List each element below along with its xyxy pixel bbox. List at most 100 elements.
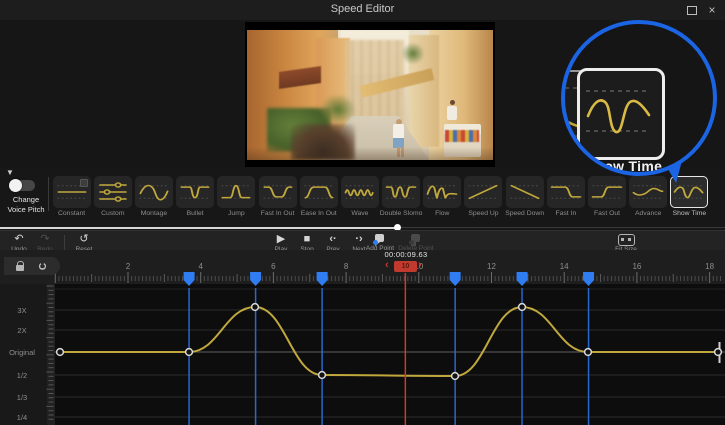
magnet-icon: C bbox=[38, 262, 49, 269]
curve-point[interactable] bbox=[252, 304, 259, 311]
timeline-graph-svg[interactable]: 24681012141618 bbox=[0, 250, 725, 425]
playhead-handle[interactable]: 10 bbox=[394, 261, 417, 272]
voice-pitch-label-line2: Voice Pitch bbox=[0, 205, 52, 214]
snap-button[interactable]: C bbox=[36, 259, 52, 273]
magnified-show-time-curve bbox=[580, 71, 656, 151]
preset-thumb-bullet bbox=[176, 176, 214, 208]
curve-point[interactable] bbox=[57, 349, 64, 356]
presets-scrollbar-fill bbox=[0, 227, 397, 229]
next-icon: ·› bbox=[355, 233, 362, 246]
speed-curve[interactable] bbox=[60, 307, 718, 376]
ruler-number-2: 2 bbox=[126, 262, 131, 271]
keyframe-pin[interactable] bbox=[450, 272, 461, 286]
video-art bbox=[445, 130, 479, 142]
ruler-number-12: 12 bbox=[487, 262, 496, 271]
video-art bbox=[402, 43, 424, 64]
preset-wave[interactable]: Wave bbox=[339, 176, 380, 218]
keyframe-pin[interactable] bbox=[250, 272, 261, 286]
maximize-button[interactable] bbox=[685, 4, 699, 16]
preset-thumb-montage bbox=[135, 176, 173, 208]
preset-fast-in[interactable]: Fast In bbox=[545, 176, 586, 218]
preset-thumb-fast-out bbox=[588, 176, 626, 208]
maximize-icon bbox=[687, 6, 697, 15]
undo-icon: ↶ bbox=[14, 233, 23, 246]
play-icon: ▶ bbox=[277, 233, 285, 246]
presets-row: Constant CustomMontage Bullet Jump Fast In O… bbox=[51, 176, 710, 218]
divider bbox=[48, 177, 49, 211]
video-art bbox=[247, 147, 493, 160]
curve-point[interactable] bbox=[319, 372, 326, 379]
preset-ease-in-out[interactable]: Ease In Out bbox=[298, 176, 339, 218]
collapse-triangle-icon[interactable]: ▼ bbox=[6, 168, 14, 177]
ruler-number-18: 18 bbox=[705, 262, 714, 271]
preset-flow[interactable]: Flow bbox=[422, 176, 463, 218]
curve-point[interactable] bbox=[715, 349, 722, 356]
preset-constant[interactable]: Constant bbox=[51, 176, 92, 218]
add-point-icon bbox=[374, 234, 386, 245]
magnifier-callout: Show Time bbox=[561, 20, 717, 176]
video-preview bbox=[247, 30, 493, 160]
close-button[interactable]: × bbox=[705, 4, 719, 16]
ruler-number-4: 4 bbox=[198, 262, 203, 271]
preset-label-advance: Advance bbox=[635, 210, 661, 217]
preset-jump[interactable]: Jump bbox=[216, 176, 257, 218]
preset-label-speed-down: Speed Down bbox=[505, 210, 544, 217]
curve-point[interactable] bbox=[585, 349, 592, 356]
close-icon: × bbox=[708, 3, 715, 17]
preset-montage[interactable]: Montage bbox=[133, 176, 174, 218]
preset-label-ease-in-out: Ease In Out bbox=[301, 210, 337, 217]
ruler-number-16: 16 bbox=[632, 262, 641, 271]
stop-icon: ■ bbox=[304, 233, 311, 246]
keyframe-pin[interactable] bbox=[517, 272, 528, 286]
ruler-number-14: 14 bbox=[560, 262, 569, 271]
preset-label-double-slomo: Double Slomo bbox=[380, 210, 423, 217]
fit-size-icon bbox=[618, 234, 635, 246]
lock-button[interactable] bbox=[12, 259, 28, 273]
speed-editor-window: Speed Editor × bbox=[0, 0, 725, 425]
playhead-left-chevron[interactable]: ‹ bbox=[385, 259, 389, 271]
video-preview-panel bbox=[245, 22, 495, 167]
preset-thumb-double-slomo bbox=[382, 176, 420, 208]
keyframe-pin[interactable] bbox=[184, 272, 195, 286]
video-art bbox=[321, 95, 355, 124]
preset-label-fast-in: Fast In bbox=[555, 210, 576, 217]
timeline-corner-pill: C bbox=[4, 257, 60, 275]
preset-label-fast-out: Fast Out bbox=[594, 210, 620, 217]
preset-advance[interactable]: Advance bbox=[628, 176, 669, 218]
preset-thumb-ease-in-out bbox=[300, 176, 338, 208]
preset-custom[interactable]: Custom bbox=[92, 176, 133, 218]
lock-icon bbox=[16, 265, 24, 271]
curve-point[interactable] bbox=[452, 373, 459, 380]
magnifier-label: Show Time bbox=[561, 158, 699, 174]
preset-double-slomo[interactable]: Double Slomo bbox=[381, 176, 422, 218]
magnified-show-time-thumb bbox=[577, 68, 665, 160]
constant-corner-icon bbox=[80, 179, 88, 187]
ruler-number-8: 8 bbox=[344, 262, 349, 271]
preset-thumb-speed-down bbox=[506, 176, 544, 208]
keyframe-pin[interactable] bbox=[583, 272, 594, 286]
reset-icon: ↺ bbox=[79, 233, 88, 246]
preset-label-bullet: Bullet bbox=[187, 210, 204, 217]
delete-point-icon bbox=[410, 234, 422, 245]
playhead-right-chevron[interactable]: › bbox=[418, 259, 422, 271]
preset-fast-in-out[interactable]: Fast In Out bbox=[257, 176, 298, 218]
preset-label-fast-in-out: Fast In Out bbox=[261, 210, 295, 217]
preset-fast-out[interactable]: Fast Out bbox=[586, 176, 627, 218]
voice-pitch-toggle[interactable] bbox=[11, 180, 35, 191]
preset-label-constant: Constant bbox=[58, 210, 85, 217]
window-title: Speed Editor bbox=[0, 3, 725, 15]
preset-label-speed-up: Speed Up bbox=[468, 210, 498, 217]
preset-thumb-jump bbox=[217, 176, 255, 208]
curve-point[interactable] bbox=[519, 304, 526, 311]
curve-point[interactable] bbox=[186, 349, 193, 356]
preset-speed-up[interactable]: Speed Up bbox=[463, 176, 504, 218]
playhead-timestamp: 00:00:09.63 bbox=[377, 250, 435, 259]
preset-label-jump: Jump bbox=[228, 210, 245, 217]
preset-bullet[interactable]: Bullet bbox=[175, 176, 216, 218]
preset-thumb-constant bbox=[53, 176, 91, 208]
keyframe-pin[interactable] bbox=[317, 272, 328, 286]
preset-thumb-fast-in-out bbox=[259, 176, 297, 208]
preset-speed-down[interactable]: Speed Down bbox=[504, 176, 545, 218]
divider bbox=[64, 235, 65, 250]
preset-thumb-advance bbox=[629, 176, 667, 208]
